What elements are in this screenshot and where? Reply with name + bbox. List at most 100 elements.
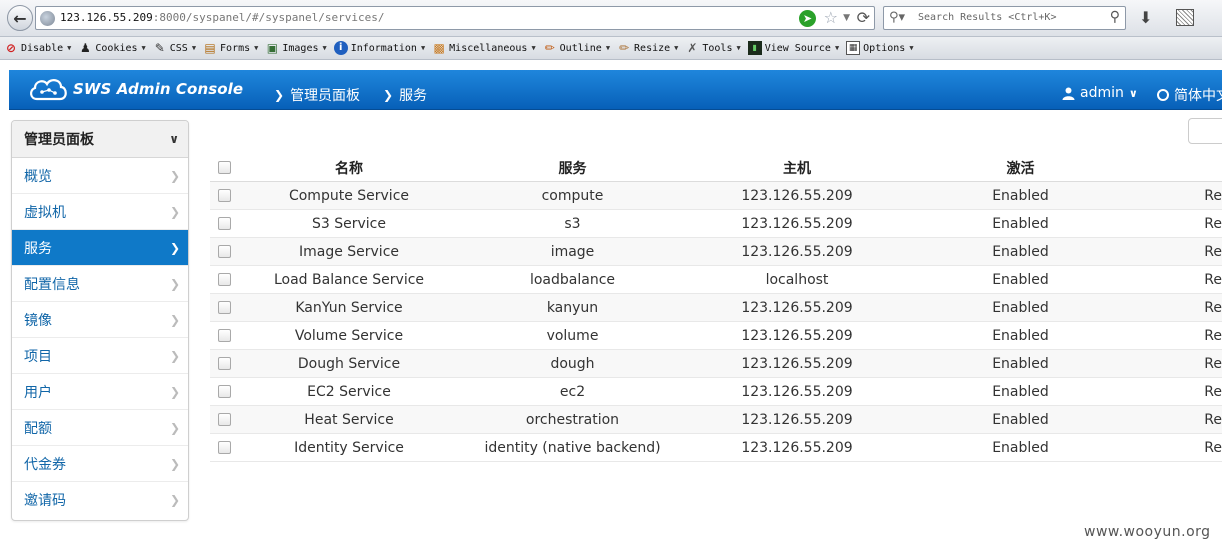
breadcrumb-label: 服务	[399, 88, 428, 104]
back-arrow-icon: ←	[13, 8, 27, 28]
chevron-down-icon: ∨	[1128, 86, 1138, 100]
breadcrumb-admin-panel[interactable]: ❯ 管理员面板	[274, 85, 360, 105]
service-type: kanyun	[546, 299, 599, 316]
search-bar[interactable]: ⚲▾ Search Results <Ctrl+K> ⚲	[883, 6, 1126, 30]
service-host: 123.126.55.209	[741, 439, 853, 456]
devbar-disable[interactable]: ⊘ Disable ▼	[4, 41, 71, 55]
browser-navigation-bar: ← 123.126.55.209:8000/syspanel/#/syspane…	[0, 0, 1222, 37]
row-checkbox[interactable]	[217, 441, 231, 454]
column-header-service[interactable]: 服务	[460, 158, 685, 178]
chevron-right-icon: ❯	[169, 204, 180, 219]
user-icon	[1062, 87, 1075, 100]
addon-icon[interactable]	[1176, 9, 1194, 26]
row-truncated-cell: Re	[1204, 215, 1222, 232]
resize-ruler-icon: ✏	[619, 41, 630, 55]
url-bar[interactable]: 123.126.55.209:8000/syspanel/#/syspanel/…	[35, 6, 875, 30]
table-row: Identity Service identity (native backen…	[210, 434, 1222, 462]
devbar-information[interactable]: i Information ▼	[333, 41, 426, 55]
search-placeholder: Search Results <Ctrl+K>	[918, 12, 1057, 23]
sidebar-item-images[interactable]: 镜像 ❯	[12, 302, 188, 338]
service-status: Enabled	[992, 271, 1049, 288]
row-checkbox[interactable]	[217, 273, 231, 286]
devbar-images[interactable]: ▣ Images ▼	[265, 41, 327, 55]
row-checkbox[interactable]	[217, 189, 231, 202]
sidebar-item-config[interactable]: 配置信息 ❯	[12, 266, 188, 302]
service-status: Enabled	[992, 383, 1049, 400]
devbar-cookies[interactable]: ♟ Cookies ▼	[78, 41, 146, 55]
devbar-miscellaneous[interactable]: ▩ Miscellaneous ▼	[432, 41, 535, 55]
bookmark-star-icon[interactable]: ☆	[824, 8, 838, 27]
table-action-button[interactable]	[1188, 118, 1222, 144]
sidebar-header[interactable]: 管理员面板 ∨	[12, 121, 188, 158]
table-row: S3 Service s3 123.126.55.209 Enabled Re	[210, 210, 1222, 238]
column-header-name[interactable]: 名称	[238, 158, 460, 178]
service-status: Enabled	[992, 411, 1049, 428]
go-arrow-icon[interactable]: ➤	[799, 10, 816, 27]
service-host: 123.126.55.209	[741, 383, 853, 400]
devbar-css[interactable]: ✎ CSS ▼	[153, 41, 196, 55]
chevron-right-icon: ❯	[383, 88, 394, 102]
service-name: S3 Service	[312, 215, 386, 232]
site-identity-icon[interactable]	[40, 11, 55, 26]
devbar-options[interactable]: ▦ Options ▼	[846, 41, 914, 55]
sidebar-item-projects[interactable]: 项目 ❯	[12, 338, 188, 374]
search-magnifier-icon[interactable]: ⚲	[1110, 9, 1120, 25]
sidebar-item-vouchers[interactable]: 代金券 ❯	[12, 446, 188, 482]
sidebar-item-users[interactable]: 用户 ❯	[12, 374, 188, 410]
language-label: 简体中文	[1174, 88, 1222, 104]
service-type: dough	[550, 355, 595, 372]
row-checkbox[interactable]	[217, 413, 231, 426]
service-status: Enabled	[992, 327, 1049, 344]
language-menu[interactable]: 简体中文	[1157, 85, 1222, 105]
caret-icon: ▼	[420, 44, 426, 52]
chevron-down-icon: ∨	[169, 132, 179, 146]
sidebar-item-invite-codes[interactable]: 邀请码 ❯	[12, 482, 188, 518]
column-header-host[interactable]: 主机	[685, 158, 909, 178]
chevron-right-icon: ❯	[169, 276, 180, 291]
row-checkbox[interactable]	[217, 357, 231, 370]
devbar-view-source[interactable]: ▮ View Source ▼	[747, 41, 840, 55]
download-icon[interactable]: ⬇	[1139, 8, 1152, 27]
user-menu[interactable]: admin ∨	[1062, 85, 1138, 101]
service-type: loadbalance	[529, 271, 616, 288]
url-text[interactable]: 123.126.55.209:8000/syspanel/#/syspanel/…	[60, 11, 385, 24]
caret-icon: ▼	[834, 44, 840, 52]
row-checkbox[interactable]	[217, 217, 231, 230]
back-button[interactable]: ←	[7, 5, 33, 31]
search-engine-icon[interactable]: ⚲▾	[889, 10, 905, 25]
devbar-forms[interactable]: ▤ Forms ▼	[203, 41, 258, 55]
brand-logo[interactable]: SWS Admin Console	[27, 75, 243, 103]
select-all-checkbox[interactable]	[217, 161, 231, 174]
css-pencil-icon: ✎	[154, 41, 165, 55]
row-checkbox[interactable]	[217, 245, 231, 258]
service-type: compute	[541, 187, 604, 204]
sidebar-item-services[interactable]: 服务 ❯	[12, 230, 188, 266]
table-row: KanYun Service kanyun 123.126.55.209 Ena…	[210, 294, 1222, 322]
chevron-right-icon: ❯	[169, 168, 180, 183]
table-row: Compute Service compute 123.126.55.209 E…	[210, 182, 1222, 210]
history-dropdown-icon[interactable]: ▼	[843, 13, 850, 23]
column-header-enabled[interactable]: 激活	[909, 158, 1132, 178]
row-checkbox[interactable]	[217, 385, 231, 398]
service-host: localhost	[765, 271, 829, 288]
service-host: 123.126.55.209	[741, 243, 853, 260]
devbar-tools[interactable]: ✗ Tools ▼	[685, 41, 740, 55]
devbar-resize[interactable]: ✏ Resize ▼	[617, 41, 678, 55]
row-checkbox[interactable]	[217, 301, 231, 314]
reload-icon[interactable]: ⟳	[857, 8, 870, 27]
breadcrumb-services[interactable]: ❯ 服务	[383, 85, 427, 105]
sidebar-item-quotas[interactable]: 配额 ❯	[12, 410, 188, 446]
service-type: volume	[546, 327, 599, 344]
chevron-right-icon: ❯	[274, 88, 285, 102]
sidebar-item-overview[interactable]: 概览 ❯	[12, 158, 188, 194]
sidebar-item-instances[interactable]: 虚拟机 ❯	[12, 194, 188, 230]
service-host: 123.126.55.209	[741, 355, 853, 372]
chevron-right-icon: ❯	[169, 493, 180, 507]
service-status: Enabled	[992, 299, 1049, 316]
table-row: Image Service image 123.126.55.209 Enabl…	[210, 238, 1222, 266]
devbar-outline[interactable]: ✏ Outline ▼	[543, 41, 610, 55]
caret-icon: ▼	[191, 44, 197, 52]
service-type: s3	[564, 215, 581, 232]
row-checkbox[interactable]	[217, 329, 231, 342]
table-body: Compute Service compute 123.126.55.209 E…	[210, 182, 1222, 462]
